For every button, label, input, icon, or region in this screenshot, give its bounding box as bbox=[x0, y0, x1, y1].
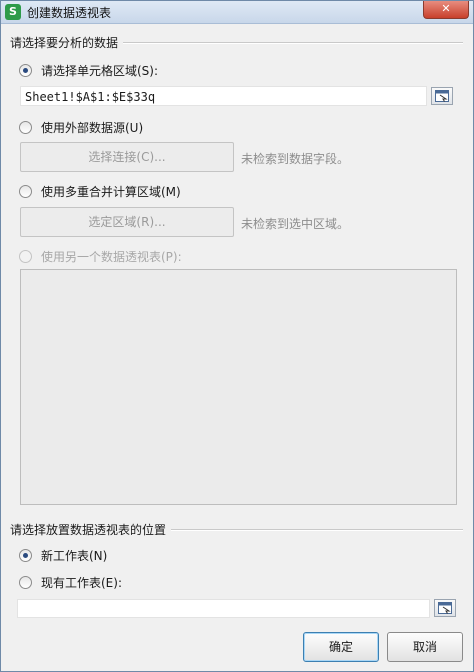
existing-worksheet-input[interactable] bbox=[17, 599, 430, 618]
radio-indicator[interactable] bbox=[19, 185, 32, 198]
target-section-divider bbox=[171, 529, 463, 531]
radio-external-source[interactable]: 使用外部数据源(U) bbox=[19, 119, 143, 136]
title-bar: S 创建数据透视表 ✕ bbox=[1, 1, 473, 24]
radio-new-worksheet-label: 新工作表(N) bbox=[41, 549, 108, 563]
pivot-table-list bbox=[20, 269, 457, 505]
radio-new-worksheet[interactable]: 新工作表(N) bbox=[19, 547, 107, 564]
range-picker-icon bbox=[438, 602, 452, 614]
radio-consolidate-ranges[interactable]: 使用多重合并计算区域(M) bbox=[19, 183, 181, 200]
existing-range-picker-button[interactable] bbox=[434, 599, 456, 617]
radio-other-pivot-table: 使用另一个数据透视表(P): bbox=[19, 248, 182, 265]
radio-indicator bbox=[19, 250, 32, 263]
no-region-hint: 未检索到选中区域。 bbox=[241, 217, 350, 231]
radio-existing-worksheet[interactable]: 现有工作表(E): bbox=[19, 574, 122, 591]
radio-indicator[interactable] bbox=[19, 64, 32, 77]
create-pivot-table-dialog: S 创建数据透视表 ✕ 请选择要分析的数据 请选择单元格区域(S): Sheet… bbox=[0, 0, 474, 672]
radio-cell-range[interactable]: 请选择单元格区域(S): bbox=[19, 62, 158, 79]
source-section-divider bbox=[123, 42, 463, 44]
dialog-title: 创建数据透视表 bbox=[27, 6, 112, 20]
radio-consolidate-ranges-label: 使用多重合并计算区域(M) bbox=[41, 185, 181, 199]
radio-existing-worksheet-label: 现有工作表(E): bbox=[41, 576, 122, 590]
radio-indicator[interactable] bbox=[19, 121, 32, 134]
cancel-button[interactable]: 取消 bbox=[387, 632, 463, 662]
radio-other-pivot-table-label: 使用另一个数据透视表(P): bbox=[41, 250, 182, 264]
cell-range-input[interactable]: Sheet1!$A$1:$E$33q bbox=[20, 86, 427, 106]
no-fields-hint: 未检索到数据字段。 bbox=[241, 152, 350, 166]
close-button[interactable]: ✕ bbox=[423, 1, 469, 19]
target-section-heading: 请选择放置数据透视表的位置 bbox=[10, 523, 167, 537]
source-section-heading: 请选择要分析的数据 bbox=[10, 36, 119, 50]
radio-indicator[interactable] bbox=[19, 576, 32, 589]
app-icon: S bbox=[5, 4, 21, 20]
range-picker-icon bbox=[435, 90, 449, 102]
radio-cell-range-label: 请选择单元格区域(S): bbox=[41, 64, 159, 78]
select-connection-button[interactable]: 选择连接(C)... bbox=[20, 142, 234, 172]
ok-button[interactable]: 确定 bbox=[303, 632, 379, 662]
radio-external-source-label: 使用外部数据源(U) bbox=[41, 121, 144, 135]
range-picker-button[interactable] bbox=[431, 87, 453, 105]
select-region-button[interactable]: 选定区域(R)... bbox=[20, 207, 234, 237]
radio-indicator[interactable] bbox=[19, 549, 32, 562]
